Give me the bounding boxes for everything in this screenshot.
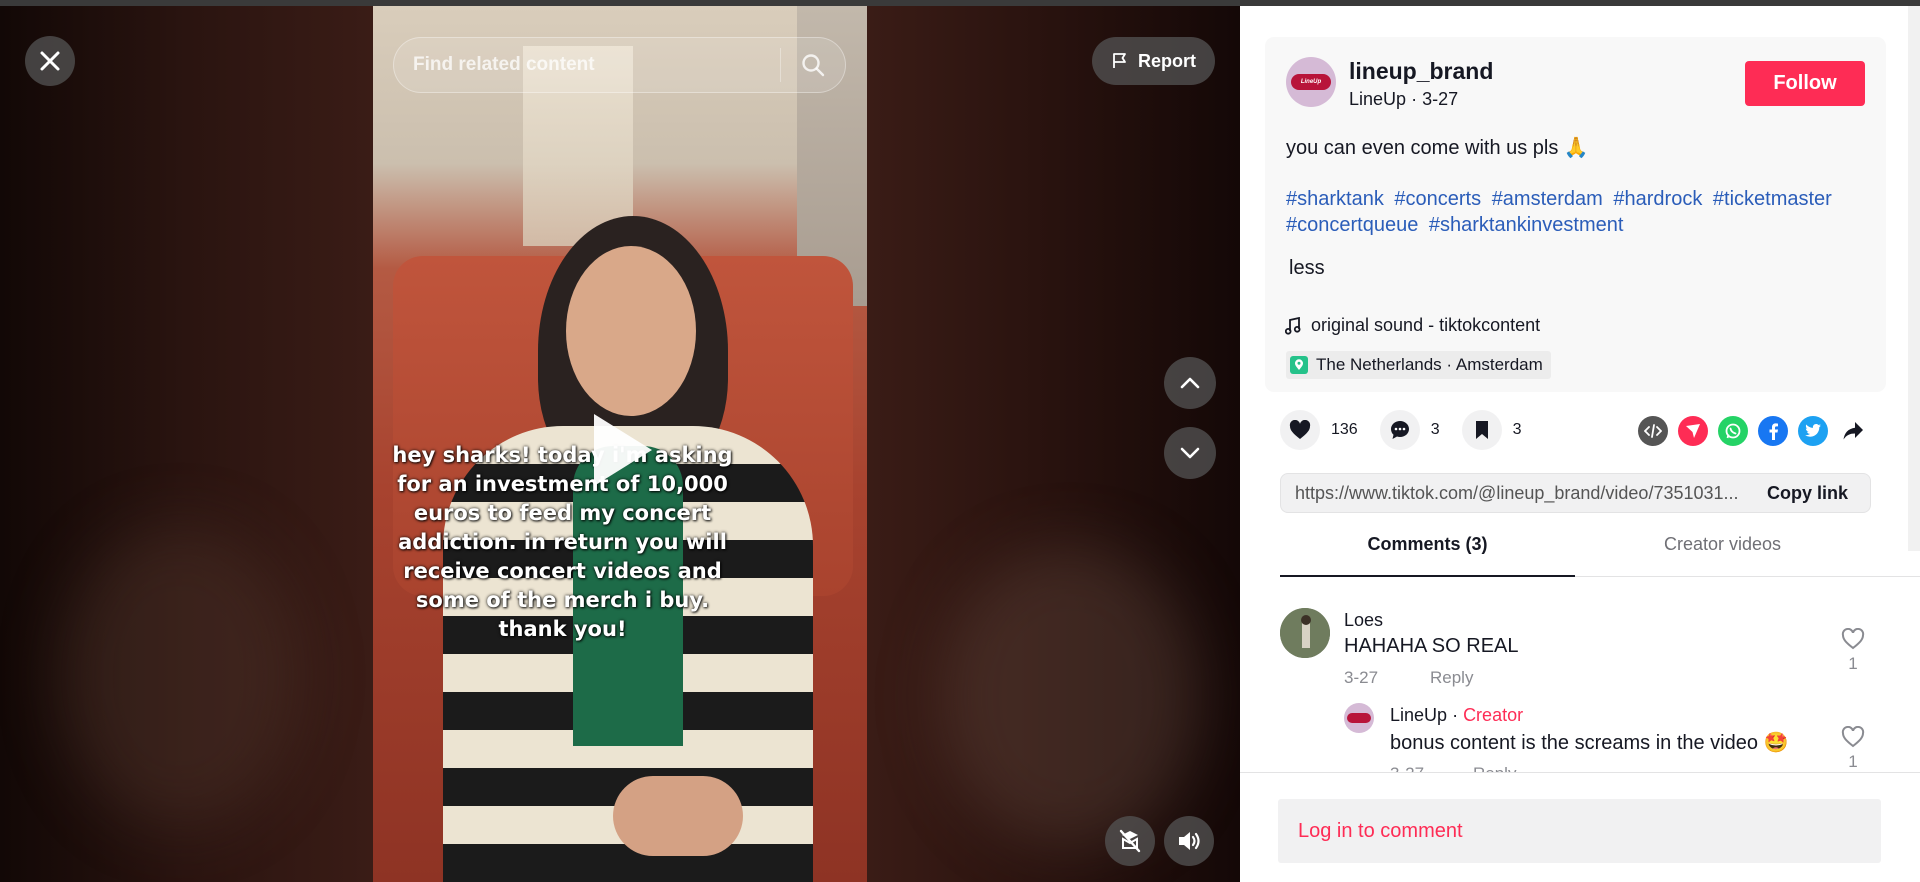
follow-button[interactable]: Follow [1745, 61, 1865, 106]
video-scene-face [566, 246, 696, 416]
background-blob [60, 526, 300, 826]
close-icon [40, 51, 60, 71]
save-button[interactable]: 3 [1461, 410, 1522, 450]
report-button[interactable]: Report [1092, 37, 1215, 85]
comment-footer: Log in to comment [1240, 772, 1920, 882]
comment-tabs: Comments (3) Creator videos [1280, 531, 1920, 577]
floating-player-button[interactable] [1105, 816, 1155, 866]
search-icon [802, 54, 825, 77]
post-date: 3-27 [1422, 89, 1459, 109]
tab-comments[interactable]: Comments (3) [1280, 531, 1575, 577]
post-info-card: LineUp lineup_brand LineUp · 3-27 Follow… [1265, 37, 1886, 392]
play-icon[interactable] [594, 414, 652, 486]
comment-list: Loes HAHAHA SO REAL 3-27 Reply 1 LineUp … [1240, 578, 1920, 772]
reply-author-name[interactable]: LineUp [1390, 705, 1447, 725]
avatar[interactable] [1280, 608, 1330, 658]
search-input[interactable] [394, 38, 780, 92]
save-count: 3 [1512, 421, 1522, 438]
login-to-comment-button[interactable]: Log in to comment [1278, 799, 1881, 863]
separator-dot: · [1411, 89, 1423, 109]
video-scene-hands [613, 776, 743, 856]
hashtag-link[interactable]: #sharktank [1286, 188, 1384, 210]
like-count: 136 [1331, 421, 1358, 438]
scrollbar[interactable] [1908, 6, 1920, 551]
tab-creator-videos[interactable]: Creator videos [1575, 531, 1870, 576]
embed-icon[interactable] [1638, 416, 1668, 446]
display-name: LineUp [1349, 89, 1407, 109]
comment-icon [1379, 410, 1420, 450]
location-label: The Netherlands · Amsterdam [1316, 355, 1543, 374]
reply-button[interactable]: Reply [1473, 764, 1516, 772]
video-url[interactable]: https://www.tiktok.com/@lineup_brand/vid… [1281, 483, 1745, 504]
flag-icon [1113, 53, 1126, 68]
avatar[interactable]: LineUp [1286, 57, 1336, 107]
comment-date: 3-27 [1344, 668, 1379, 687]
share-icons [1638, 416, 1868, 446]
reply-button[interactable]: Reply [1430, 668, 1473, 688]
video-caption: hey sharks! today i'm asking for an inve… [392, 443, 733, 641]
comment-like-count: 1 [1848, 654, 1858, 673]
search-button[interactable] [781, 38, 845, 92]
hashtag-link[interactable]: #concertqueue [1286, 214, 1418, 236]
separator-dot: · [1452, 705, 1464, 725]
chevron-down-icon [1180, 447, 1200, 459]
comment-author[interactable]: Loes [1344, 610, 1383, 631]
volume-button[interactable] [1164, 816, 1214, 866]
brand-logo: LineUp [1291, 74, 1331, 90]
share-link-box: https://www.tiktok.com/@lineup_brand/vid… [1280, 473, 1871, 513]
hashtag-link[interactable]: #ticketmaster [1713, 188, 1832, 210]
comment-text: bonus content is the screams in the vide… [1390, 732, 1789, 754]
twitter-icon[interactable] [1798, 416, 1828, 446]
comment-like-button[interactable]: 1 [1838, 726, 1868, 772]
hashtag-link[interactable]: #concerts [1394, 188, 1481, 210]
facebook-icon[interactable] [1758, 416, 1788, 446]
pip-off-icon [1119, 829, 1141, 853]
comment-like-button[interactable]: 1 [1838, 628, 1868, 674]
creator-badge: Creator [1463, 705, 1524, 725]
heart-outline-icon [1841, 628, 1865, 650]
comment-date: 3-27 [1390, 764, 1424, 772]
heart-outline-icon [1841, 726, 1865, 748]
comment-count: 3 [1430, 421, 1440, 438]
music-note-icon [1285, 316, 1301, 335]
comment-text: HAHAHA SO REAL [1344, 635, 1519, 657]
share-arrow-icon[interactable] [1838, 416, 1868, 446]
post-description: you can even come with us pls 🙏 [1286, 137, 1589, 159]
avatar[interactable] [1344, 703, 1374, 733]
chevron-up-icon [1180, 377, 1200, 389]
whatsapp-icon[interactable] [1718, 416, 1748, 446]
background-blob [940, 546, 1200, 846]
hashtag-link[interactable]: #hardrock [1613, 188, 1702, 210]
comment-author: LineUp · Creator [1390, 705, 1523, 726]
location-pin-icon [1290, 356, 1308, 374]
hashtag-link[interactable]: #sharktankinvestment [1429, 214, 1624, 236]
brand-logo [1347, 713, 1371, 723]
sound-name: original sound - tiktokcontent [1311, 315, 1541, 335]
username[interactable]: lineup_brand [1349, 58, 1493, 85]
send-icon[interactable] [1678, 416, 1708, 446]
heart-icon [1280, 410, 1320, 450]
hashtag-link[interactable]: #amsterdam [1492, 188, 1603, 210]
video-player[interactable]: hey sharks! today i'm asking for an inve… [0, 6, 1240, 882]
action-bar: 136 3 3 [1280, 410, 1544, 450]
author-subtitle: LineUp · 3-27 [1349, 89, 1458, 110]
comment-button[interactable]: 3 [1379, 410, 1440, 450]
location-tag[interactable]: The Netherlands · Amsterdam [1286, 351, 1551, 379]
comment-like-count: 1 [1848, 752, 1858, 771]
sound-link[interactable]: original sound - tiktokcontent [1285, 315, 1540, 336]
volume-icon [1179, 832, 1200, 850]
like-button[interactable]: 136 [1280, 410, 1358, 450]
previous-video-button[interactable] [1164, 357, 1216, 409]
less-button[interactable]: less [1289, 257, 1325, 280]
bookmark-icon [1461, 410, 1502, 450]
report-label: Report [1138, 50, 1196, 71]
next-video-button[interactable] [1164, 427, 1216, 479]
search-bar [393, 37, 846, 93]
close-button[interactable] [25, 36, 75, 86]
copy-link-button[interactable]: Copy link [1745, 483, 1870, 504]
hashtag-list: #sharktank #concerts #amsterdam #hardroc… [1286, 186, 1876, 238]
